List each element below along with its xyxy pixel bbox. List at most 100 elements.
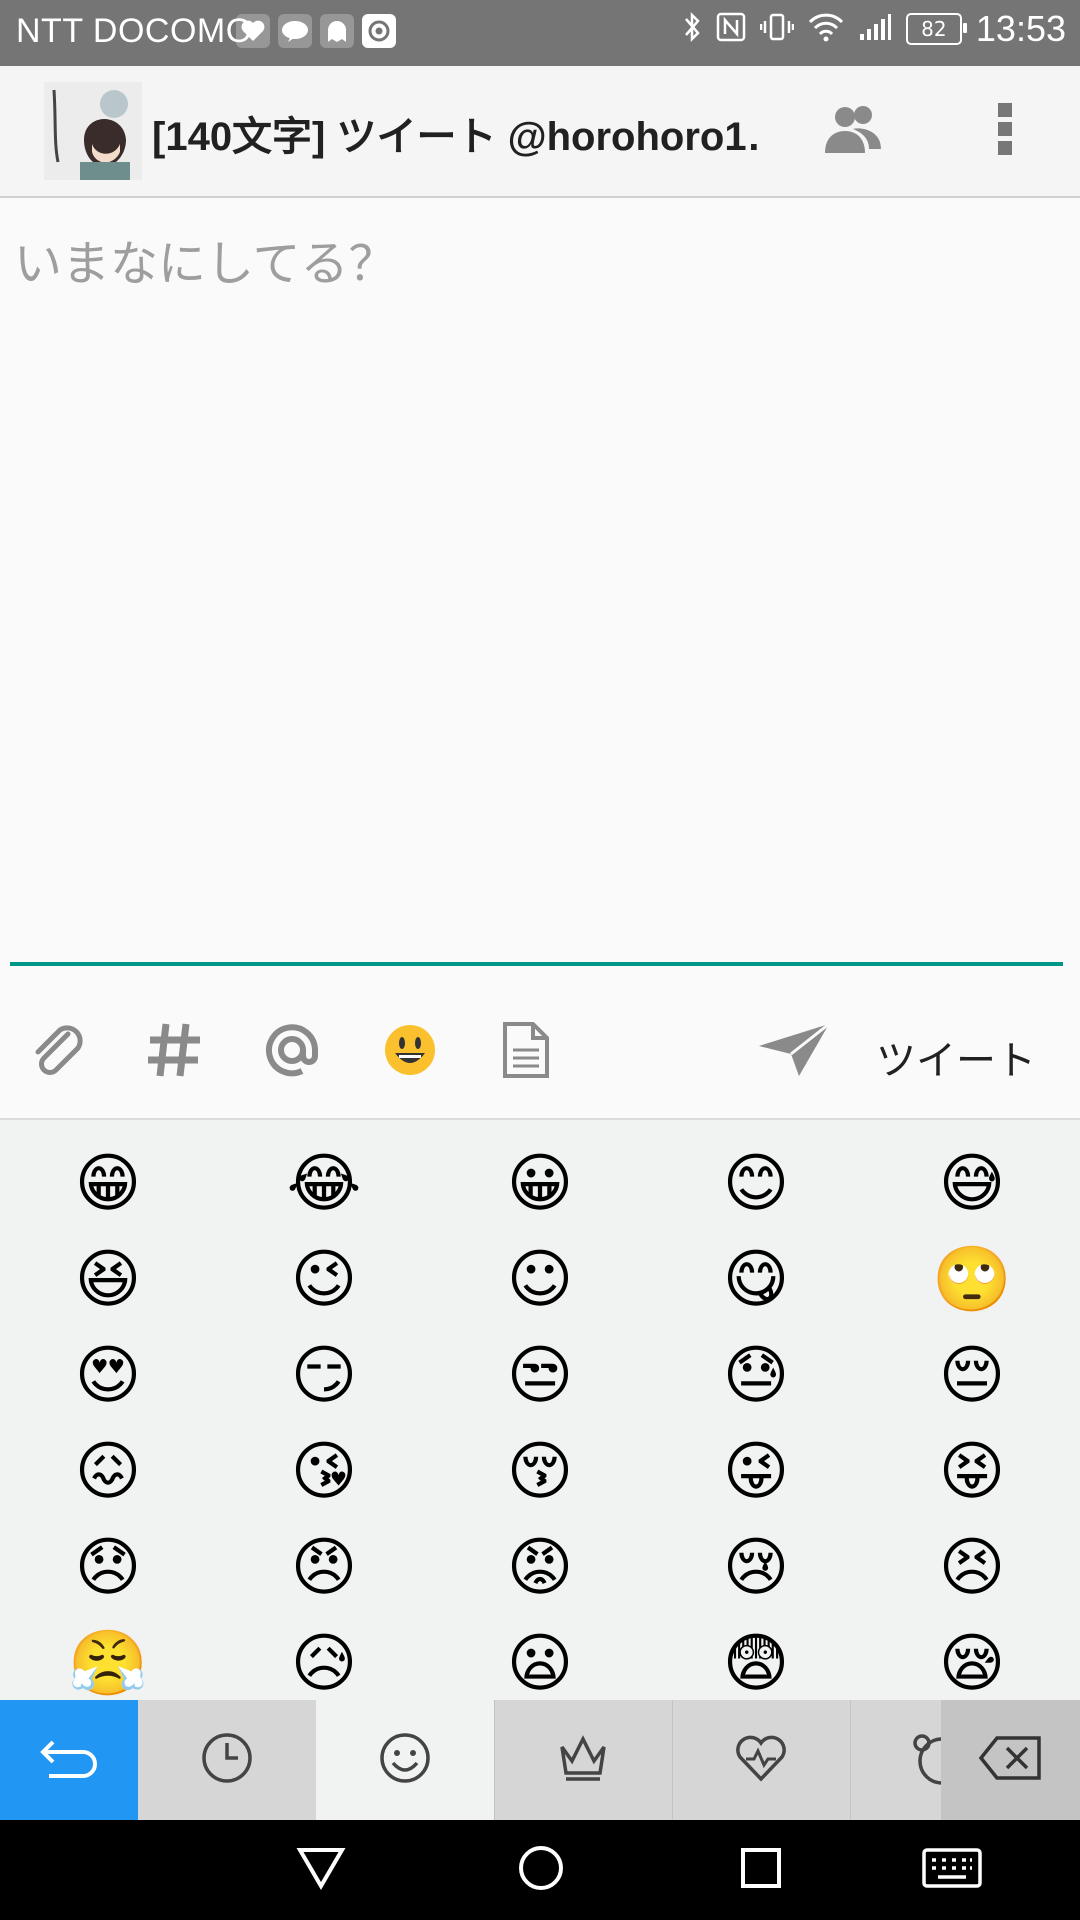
toolbar: [140文字] ツイート @horohoro1… <box>0 66 1080 198</box>
tweet-input[interactable] <box>12 222 1066 926</box>
emoji-key[interactable]: 😔 <box>864 1328 1080 1424</box>
nav-back-button[interactable] <box>286 1838 356 1902</box>
emoji-glyph: 😍 <box>74 1339 142 1413</box>
emoji-key[interactable]: 😨 <box>648 1616 864 1700</box>
emoji-button[interactable] <box>370 1012 450 1092</box>
attach-icon <box>28 1020 88 1084</box>
emoji-key[interactable]: 😁 <box>0 1136 216 1232</box>
ghost-icon <box>320 14 354 48</box>
emoji-key[interactable]: 😆 <box>0 1232 216 1328</box>
emoji-glyph: 😒 <box>506 1339 574 1413</box>
emoji-key[interactable]: 😜 <box>648 1424 864 1520</box>
mention-button[interactable] <box>252 1012 332 1092</box>
nav-keyboard-button[interactable] <box>916 1838 988 1902</box>
emoji-key[interactable]: ☺ <box>432 1232 648 1328</box>
heart-category-tab[interactable] <box>672 1700 851 1820</box>
nav-recents-button[interactable] <box>726 1838 796 1902</box>
emoji-key[interactable]: 😠 <box>216 1520 432 1616</box>
tweet-button[interactable]: ツイート <box>876 1028 1036 1086</box>
emoji-key[interactable]: 😍 <box>0 1328 216 1424</box>
emoji-key[interactable]: 😢 <box>648 1520 864 1616</box>
line-icon <box>278 14 312 48</box>
backspace-button[interactable] <box>942 1700 1080 1820</box>
system-nav-bar <box>0 1820 1080 1920</box>
nfc-icon <box>716 12 746 46</box>
emoji-glyph: 😖 <box>74 1435 142 1509</box>
emoji-key[interactable]: 😊 <box>648 1136 864 1232</box>
emoji-key[interactable]: 🙄 <box>864 1232 1080 1328</box>
emoji-key[interactable]: 😅 <box>864 1136 1080 1232</box>
crown-category-tab[interactable] <box>494 1700 673 1820</box>
status-bar: NTT DOCOMO 82 13:53 <box>0 0 1080 66</box>
input-underline <box>10 962 1063 966</box>
notification-icons <box>236 14 396 48</box>
emoji-glyph: ☺ <box>506 1243 574 1317</box>
overflow-menu-button[interactable] <box>970 96 1040 166</box>
emoji-glyph: 😝 <box>938 1435 1006 1509</box>
nav-home-icon <box>516 1843 566 1897</box>
recent-icon <box>200 1731 254 1789</box>
smiley-category-tab[interactable] <box>316 1700 495 1820</box>
emoji-panel: 😁 😂 😀 😊 😅 😆 😉 ☺ 😋 🙄 😍 😏 😒 😓 😔 😖 😘 😚 😜 😝 😞 😠 😡 😢 😣 😤 😥 😦 😨 😪 <box>0 1120 1080 1700</box>
emoji-glyph: 😅 <box>938 1147 1006 1221</box>
emoji-icon <box>383 1023 437 1081</box>
emoji-key[interactable]: 😡 <box>432 1520 648 1616</box>
send-icon <box>757 1022 831 1082</box>
accounts-button[interactable] <box>818 96 888 166</box>
attach-button[interactable] <box>18 1012 98 1092</box>
emoji-key[interactable]: 😂 <box>216 1136 432 1232</box>
nav-home-button[interactable] <box>506 1838 576 1902</box>
heart-pulse-icon <box>236 14 270 48</box>
emoji-glyph: 😂 <box>286 1147 362 1221</box>
emoji-key[interactable]: 😘 <box>216 1424 432 1520</box>
send-button[interactable] <box>744 1012 844 1092</box>
overflow-menu-icon <box>995 99 1015 163</box>
emoji-key[interactable]: 😀 <box>432 1136 648 1232</box>
emoji-key[interactable]: 😣 <box>864 1520 1080 1616</box>
compose-action-bar: ツイート <box>0 990 1080 1118</box>
animal-category-tab[interactable] <box>850 1700 942 1820</box>
emoji-key[interactable]: 😖 <box>0 1424 216 1520</box>
emoji-key[interactable]: 😒 <box>432 1328 648 1424</box>
emoji-key[interactable]: 😓 <box>648 1328 864 1424</box>
carrier-label: NTT DOCOMO <box>16 12 253 50</box>
emoji-key[interactable]: 😏 <box>216 1328 432 1424</box>
emoji-glyph: 😚 <box>506 1435 574 1509</box>
recent-category-tab[interactable] <box>138 1700 317 1820</box>
vibrate-icon <box>759 12 795 46</box>
emoji-glyph: 😓 <box>722 1339 790 1413</box>
backspace-icon <box>977 1734 1045 1786</box>
hashtag-button[interactable] <box>134 1012 214 1092</box>
wifi-icon <box>808 12 844 46</box>
back-to-keyboard-button[interactable] <box>0 1700 138 1820</box>
page-title: [140文字] ツイート @horohoro1… <box>152 115 762 159</box>
emoji-key[interactable]: 😪 <box>864 1616 1080 1700</box>
emoji-key[interactable]: 😚 <box>432 1424 648 1520</box>
template-button[interactable] <box>486 1012 566 1092</box>
smiley-icon <box>378 1731 432 1789</box>
emoji-key[interactable]: 😝 <box>864 1424 1080 1520</box>
emoji-key[interactable]: 😤 <box>0 1616 216 1700</box>
account-avatar[interactable] <box>44 82 142 180</box>
template-icon <box>501 1020 551 1084</box>
emoji-glyph: 😥 <box>290 1627 358 1700</box>
emoji-key[interactable]: 😥 <box>216 1616 432 1700</box>
emoji-glyph: 😪 <box>938 1627 1006 1700</box>
emoji-glyph: 😉 <box>290 1243 358 1317</box>
tweet-editor <box>0 198 1080 968</box>
emoji-glyph: 😏 <box>290 1339 358 1413</box>
emoji-key[interactable]: 😦 <box>432 1616 648 1700</box>
emoji-grid: 😁 😂 😀 😊 😅 😆 😉 ☺ 😋 🙄 😍 😏 😒 😓 😔 😖 😘 😚 😜 😝 😞 😠 😡 😢 😣 😤 😥 😦 😨 😪 <box>0 1136 1080 1700</box>
emoji-key[interactable]: 😉 <box>216 1232 432 1328</box>
emoji-glyph: 😁 <box>74 1147 142 1221</box>
status-right: 82 13:53 <box>682 8 1066 50</box>
emoji-glyph: 😨 <box>722 1627 790 1700</box>
emoji-key[interactable]: 😋 <box>648 1232 864 1328</box>
signal-icon <box>858 12 892 46</box>
heart-icon <box>734 1733 788 1787</box>
hashtag-icon <box>146 1020 202 1084</box>
clock: 13:53 <box>975 8 1066 49</box>
emoji-key[interactable]: 😞 <box>0 1520 216 1616</box>
emoji-glyph: 😔 <box>938 1339 1006 1413</box>
emoji-glyph: 😣 <box>938 1531 1006 1605</box>
